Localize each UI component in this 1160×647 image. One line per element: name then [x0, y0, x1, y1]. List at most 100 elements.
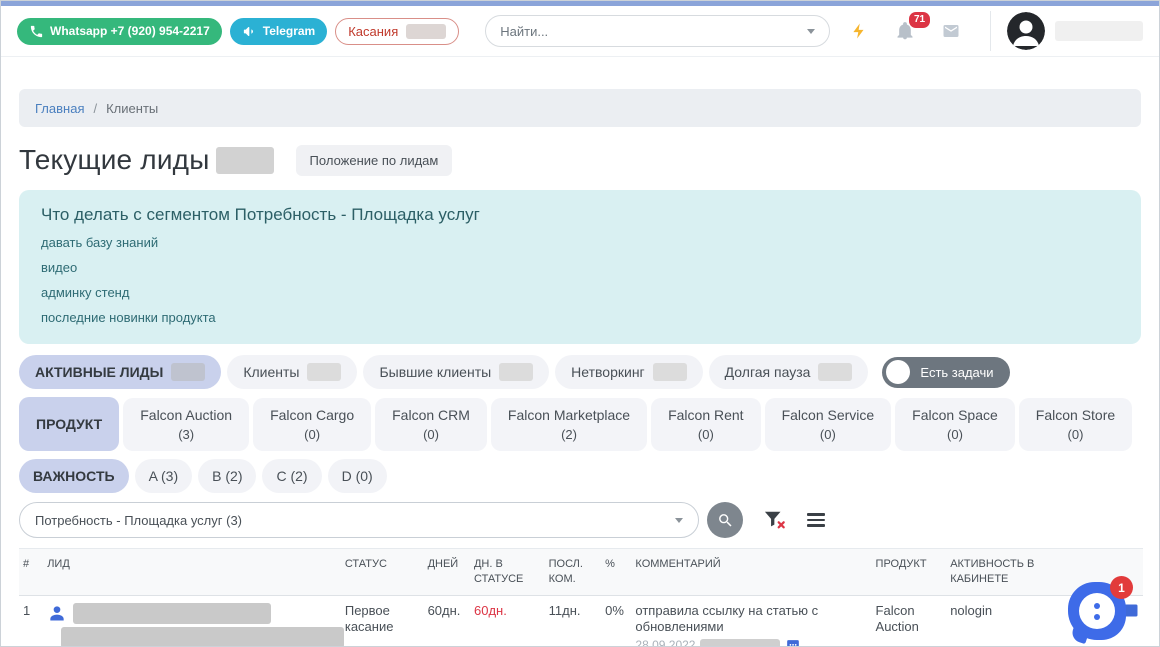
table-header-row: # ЛИД СТАТУС ДНЕЙ ДН. В СТАТУСЕ ПОСЛ. КО…	[19, 549, 1143, 596]
tab-count-redacted	[653, 363, 687, 381]
segment-info-box: Что делать с сегментом Потребность - Пло…	[19, 190, 1141, 344]
lead-comment-cell: отправила ссылку на статью с обновлениям…	[631, 595, 871, 647]
megaphone-icon	[242, 24, 257, 39]
tab-clients[interactable]: Клиенты	[227, 355, 357, 389]
search-button[interactable]	[707, 502, 743, 538]
col-product: ПРОДУКТ	[872, 549, 947, 596]
tab-falcon-marketplace[interactable]: Falcon Marketplace (2)	[491, 398, 647, 451]
tab-networking[interactable]: Нетворкинг	[555, 355, 702, 389]
product-count: (0)	[912, 427, 998, 442]
product-tabs: ПРОДУКТ Falcon Auction (3) Falcon Cargo …	[19, 397, 1141, 451]
breadcrumb-home-link[interactable]: Главная	[35, 101, 84, 116]
tab-falcon-store[interactable]: Falcon Store (0)	[1019, 398, 1132, 451]
tab-falcon-cargo[interactable]: Falcon Cargo (0)	[253, 398, 371, 451]
status-tabs: АКТИВНЫЕ ЛИДЫ Клиенты Бывшие клиенты Нет…	[19, 355, 1141, 389]
info-box-item: админку стенд	[41, 285, 1119, 300]
phone-icon	[29, 24, 44, 39]
quick-actions-button[interactable]	[842, 14, 876, 48]
kasaniya-badge[interactable]: Касания	[335, 18, 459, 45]
col-lead: ЛИД	[43, 549, 341, 596]
product-name: Falcon CRM	[392, 407, 470, 423]
product-name: Falcon Auction	[140, 407, 232, 423]
messages-button[interactable]	[934, 14, 968, 48]
kasaniya-count-redacted	[406, 24, 446, 39]
title-row: Текущие лиды Положение по лидам	[19, 144, 1141, 176]
product-count: (0)	[1036, 427, 1115, 442]
comment-author-redacted	[700, 639, 780, 647]
global-search[interactable]	[485, 15, 830, 47]
tab-falcon-service[interactable]: Falcon Service (0)	[765, 398, 892, 451]
tab-count-redacted	[307, 363, 341, 381]
lead-product: Falcon Auction	[872, 595, 947, 647]
info-box-item: видео	[41, 260, 1119, 275]
chat-widget-button[interactable]: 1	[1068, 582, 1126, 640]
notification-badge: 71	[909, 12, 930, 28]
lead-status: Первое касание	[341, 595, 424, 647]
leads-position-button[interactable]: Положение по лидам	[296, 145, 453, 176]
table-row[interactable]: 1 Первое касание 60дн. 60дн. 11дн. 0% от…	[19, 595, 1143, 647]
leads-table: # ЛИД СТАТУС ДНЕЙ ДН. В СТАТУСЕ ПОСЛ. КО…	[19, 548, 1143, 647]
tab-falcon-auction[interactable]: Falcon Auction (3)	[123, 398, 249, 451]
breadcrumb-separator: /	[93, 101, 97, 116]
tab-importance-c[interactable]: C (2)	[262, 459, 321, 493]
breadcrumb-current: Клиенты	[106, 101, 158, 116]
product-count: (0)	[668, 427, 743, 442]
col-status: СТАТУС	[341, 549, 424, 596]
tab-falcon-crm[interactable]: Falcon CRM (0)	[375, 398, 487, 451]
product-name: Falcon Marketplace	[508, 407, 630, 423]
chat-widget-badge: 1	[1110, 576, 1133, 599]
col-num: #	[19, 549, 43, 596]
lightning-icon	[850, 21, 868, 41]
tab-long-pause[interactable]: Долгая пауза	[709, 355, 869, 389]
segment-select[interactable]: Потребность - Площадка услуг (3)	[19, 502, 699, 538]
col-days-in-status: ДН. В СТАТУСЕ	[470, 549, 545, 596]
product-count: (3)	[140, 427, 232, 442]
lead-percent: 0%	[601, 595, 631, 647]
telegram-button[interactable]: Telegram	[230, 18, 327, 45]
whatsapp-label: Whatsapp +7 (920) 954-2217	[50, 24, 210, 38]
chevron-down-icon	[675, 518, 683, 523]
tab-label: Долгая пауза	[725, 364, 811, 380]
tab-count-redacted	[499, 363, 533, 381]
search-input[interactable]	[500, 24, 807, 39]
product-name: Falcon Store	[1036, 407, 1115, 423]
tab-falcon-space[interactable]: Falcon Space (0)	[895, 398, 1015, 451]
col-activity: АКТИВНОСТЬ В КАБИНЕТЕ	[946, 549, 1057, 596]
tab-falcon-rent[interactable]: Falcon Rent (0)	[651, 398, 760, 451]
avatar[interactable]	[1007, 12, 1045, 50]
comment-date: 28.09.2022	[635, 638, 695, 647]
col-last-com: ПОСЛ. КОМ.	[545, 549, 602, 596]
tab-former-clients[interactable]: Бывшие клиенты	[363, 355, 549, 389]
tab-importance-b[interactable]: B (2)	[198, 459, 256, 493]
user-avatar-icon	[1007, 12, 1045, 50]
toggle-knob	[886, 360, 910, 384]
col-comment: КОММЕНТАРИЙ	[631, 549, 871, 596]
tab-count-redacted	[171, 363, 205, 381]
importance-tabs-label[interactable]: ВАЖНОСТЬ	[19, 459, 129, 493]
toggle-label: Есть задачи	[920, 365, 993, 380]
info-box-title: Что делать с сегментом Потребность - Пло…	[41, 205, 1119, 225]
envelope-icon	[940, 22, 962, 40]
notifications-button[interactable]: 71	[888, 14, 922, 48]
filter-remove-icon	[763, 509, 787, 531]
hamburger-icon	[807, 510, 825, 530]
search-icon	[717, 512, 734, 529]
menu-button[interactable]	[807, 510, 825, 530]
user-name-redacted	[1055, 21, 1143, 41]
product-name: Falcon Service	[782, 407, 875, 423]
clear-filter-button[interactable]	[763, 509, 787, 531]
has-tasks-toggle[interactable]: Есть задачи	[882, 357, 1009, 388]
whatsapp-button[interactable]: Whatsapp +7 (920) 954-2217	[17, 18, 222, 45]
tab-importance-a[interactable]: A (3)	[135, 459, 193, 493]
tab-active-leads[interactable]: АКТИВНЫЕ ЛИДЫ	[19, 355, 221, 389]
lead-comment: отправила ссылку на статью с обновлениям…	[635, 603, 867, 636]
col-days: ДНЕЙ	[424, 549, 470, 596]
person-icon	[47, 603, 67, 623]
product-name: Falcon Space	[912, 407, 998, 423]
col-percent: %	[601, 549, 631, 596]
comment-icon[interactable]	[785, 639, 801, 647]
product-tabs-label[interactable]: ПРОДУКТ	[19, 397, 119, 451]
tab-importance-d[interactable]: D (0)	[328, 459, 387, 493]
telegram-label: Telegram	[263, 24, 315, 38]
product-count: (0)	[270, 427, 354, 442]
